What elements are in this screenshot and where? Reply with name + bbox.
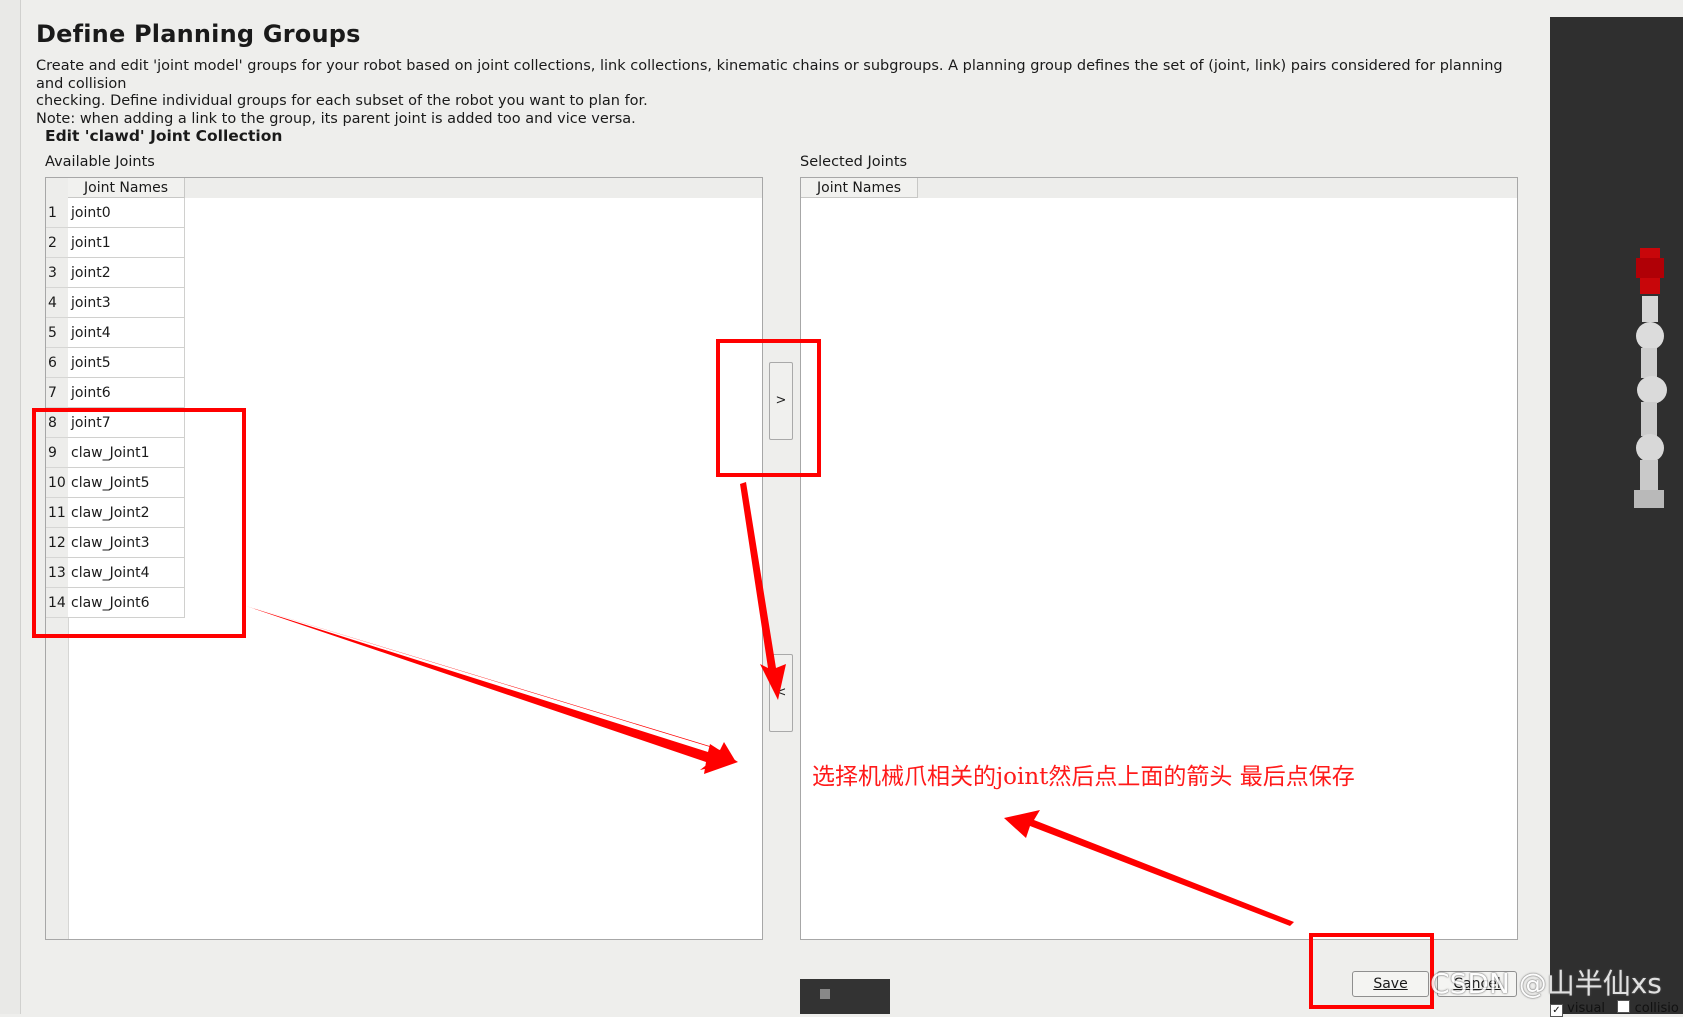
table-row[interactable]: 11 claw_Joint2	[46, 498, 185, 528]
joint-name-cell[interactable]: joint5	[68, 348, 185, 378]
row-number: 12	[46, 528, 68, 558]
row-number: 13	[46, 558, 68, 588]
joint-name-cell[interactable]: joint0	[68, 198, 185, 228]
description-line-2: checking. Define individual groups for e…	[36, 93, 648, 109]
table-row[interactable]: 7 joint6	[46, 378, 185, 408]
joint-name-cell[interactable]: joint1	[68, 228, 185, 258]
add-joint-button[interactable]: >	[769, 362, 793, 440]
joint-name-cell[interactable]: joint7	[68, 408, 185, 438]
joint-name-cell[interactable]: joint4	[68, 318, 185, 348]
joint-name-cell[interactable]: joint3	[68, 288, 185, 318]
row-number: 2	[46, 228, 68, 258]
page-title: Define Planning Groups	[36, 20, 361, 48]
annotation-instruction-text: 选择机械爪相关的joint然后点上面的箭头 最后点保存	[812, 764, 1355, 790]
joint-name-cell[interactable]: claw_Joint6	[68, 588, 185, 618]
row-number: 9	[46, 438, 68, 468]
robot-arm-model	[1634, 248, 1667, 508]
row-number: 8	[46, 408, 68, 438]
joint-name-cell[interactable]: claw_Joint4	[68, 558, 185, 588]
row-number: 6	[46, 348, 68, 378]
table-row[interactable]: 8 joint7	[46, 408, 185, 438]
remove-joint-button[interactable]: <	[769, 654, 793, 732]
table-row[interactable]: 9 claw_Joint1	[46, 438, 185, 468]
page-description: Create and edit 'joint model' groups for…	[36, 58, 1506, 128]
joint-name-cell[interactable]: claw_Joint5	[68, 468, 185, 498]
handle-square-icon	[820, 989, 830, 999]
table-row[interactable]: 13 claw_Joint4	[46, 558, 185, 588]
row-number: 1	[46, 198, 68, 228]
row-number: 3	[46, 258, 68, 288]
visual-checkbox[interactable]: ✓	[1550, 1004, 1563, 1017]
bottom-handle[interactable]	[800, 979, 890, 1014]
row-number: 4	[46, 288, 68, 318]
viewer-options: ✓ visual collisio	[1550, 1000, 1679, 1017]
description-line-3: Note: when adding a link to the group, i…	[36, 110, 636, 127]
row-number: 7	[46, 378, 68, 408]
row-number: 14	[46, 588, 68, 618]
save-button[interactable]: Save	[1352, 971, 1429, 997]
available-joints-table[interactable]: Joint Names 1 joint0 2 joint1 3 joint2 4 joint3…	[45, 177, 763, 940]
table-row[interactable]: 6 joint5	[46, 348, 185, 378]
table-row[interactable]: 2 joint1	[46, 228, 185, 258]
column-header-joint-names[interactable]: Joint Names	[68, 178, 185, 198]
section-title: Edit 'clawd' Joint Collection	[45, 127, 283, 145]
table-row[interactable]: 4 joint3	[46, 288, 185, 318]
table-row[interactable]: 5 joint4	[46, 318, 185, 348]
csdn-watermark: CSDN @山半仙xs	[1430, 967, 1662, 1000]
row-number: 5	[46, 318, 68, 348]
table-row[interactable]: 1 joint0	[46, 198, 185, 228]
joint-name-cell[interactable]: claw_Joint3	[68, 528, 185, 558]
row-number: 10	[46, 468, 68, 498]
joint-name-cell[interactable]: claw_Joint1	[68, 438, 185, 468]
selected-joints-label: Selected Joints	[800, 154, 908, 170]
table-row[interactable]: 3 joint2	[46, 258, 185, 288]
row-number: 11	[46, 498, 68, 528]
description-line-1: Create and edit 'joint model' groups for…	[36, 58, 1503, 92]
selected-joints-table[interactable]: Joint Names	[800, 177, 1518, 940]
table-row[interactable]: 14 claw_Joint6	[46, 588, 185, 618]
table-row[interactable]: 10 claw_Joint5	[46, 468, 185, 498]
joint-name-cell[interactable]: joint2	[68, 258, 185, 288]
available-joints-label: Available Joints	[45, 154, 155, 170]
window-edge	[0, 0, 21, 1014]
joint-name-cell[interactable]: claw_Joint2	[68, 498, 185, 528]
table-row[interactable]: 12 claw_Joint3	[46, 528, 185, 558]
joint-name-cell[interactable]: joint6	[68, 378, 185, 408]
column-header-joint-names[interactable]: Joint Names	[801, 178, 918, 198]
